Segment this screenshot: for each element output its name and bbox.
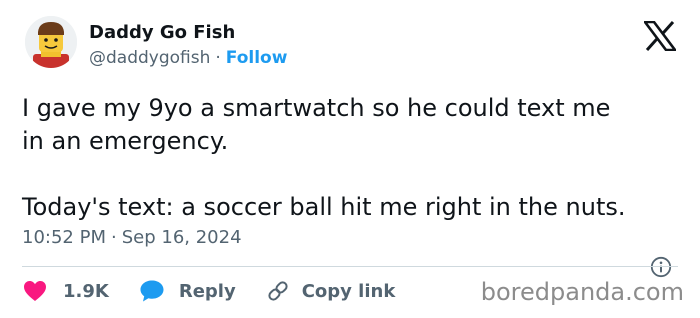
author-handle[interactable]: @daddygofish	[89, 48, 210, 68]
heart-icon	[24, 281, 46, 301]
follow-button[interactable]: Follow	[226, 48, 288, 68]
speech-bubble-icon	[140, 280, 164, 302]
watermark: boredpanda.com	[480, 278, 684, 306]
tweet-text-line: Today's text: a soccer ball hit me right…	[22, 193, 626, 221]
author-handle-row: @daddygofish · Follow	[89, 48, 287, 68]
reply-label: Reply	[178, 280, 236, 302]
tweet-text: I gave my 9yo a smartwatch so he could t…	[22, 92, 692, 224]
like-count: 1.9K	[63, 280, 109, 302]
tweet-timestamp[interactable]: 10:52 PM · Sep 16, 2024	[22, 227, 242, 248]
info-icon[interactable]	[650, 256, 672, 278]
copy-link-label: Copy link	[301, 280, 396, 302]
avatar[interactable]	[25, 16, 77, 68]
tweet-text-line: in an emergency.	[22, 127, 229, 155]
reply-button[interactable]: Reply	[139, 279, 236, 303]
tweet-time: 10:52 PM	[22, 227, 106, 248]
link-icon	[268, 281, 288, 301]
divider	[22, 266, 678, 267]
timestamp-separator: ·	[110, 227, 117, 248]
copy-link-button[interactable]: Copy link	[266, 279, 396, 303]
tweet-text-line: I gave my 9yo a smartwatch so he could t…	[22, 94, 611, 122]
tweet-date: Sep 16, 2024	[121, 227, 242, 248]
author-display-name[interactable]: Daddy Go Fish	[89, 22, 235, 43]
handle-separator: ·	[215, 48, 221, 68]
like-button[interactable]: 1.9K	[23, 280, 109, 302]
action-bar: 1.9K Reply Copy link	[23, 279, 425, 303]
x-logo-icon[interactable]	[643, 20, 677, 52]
